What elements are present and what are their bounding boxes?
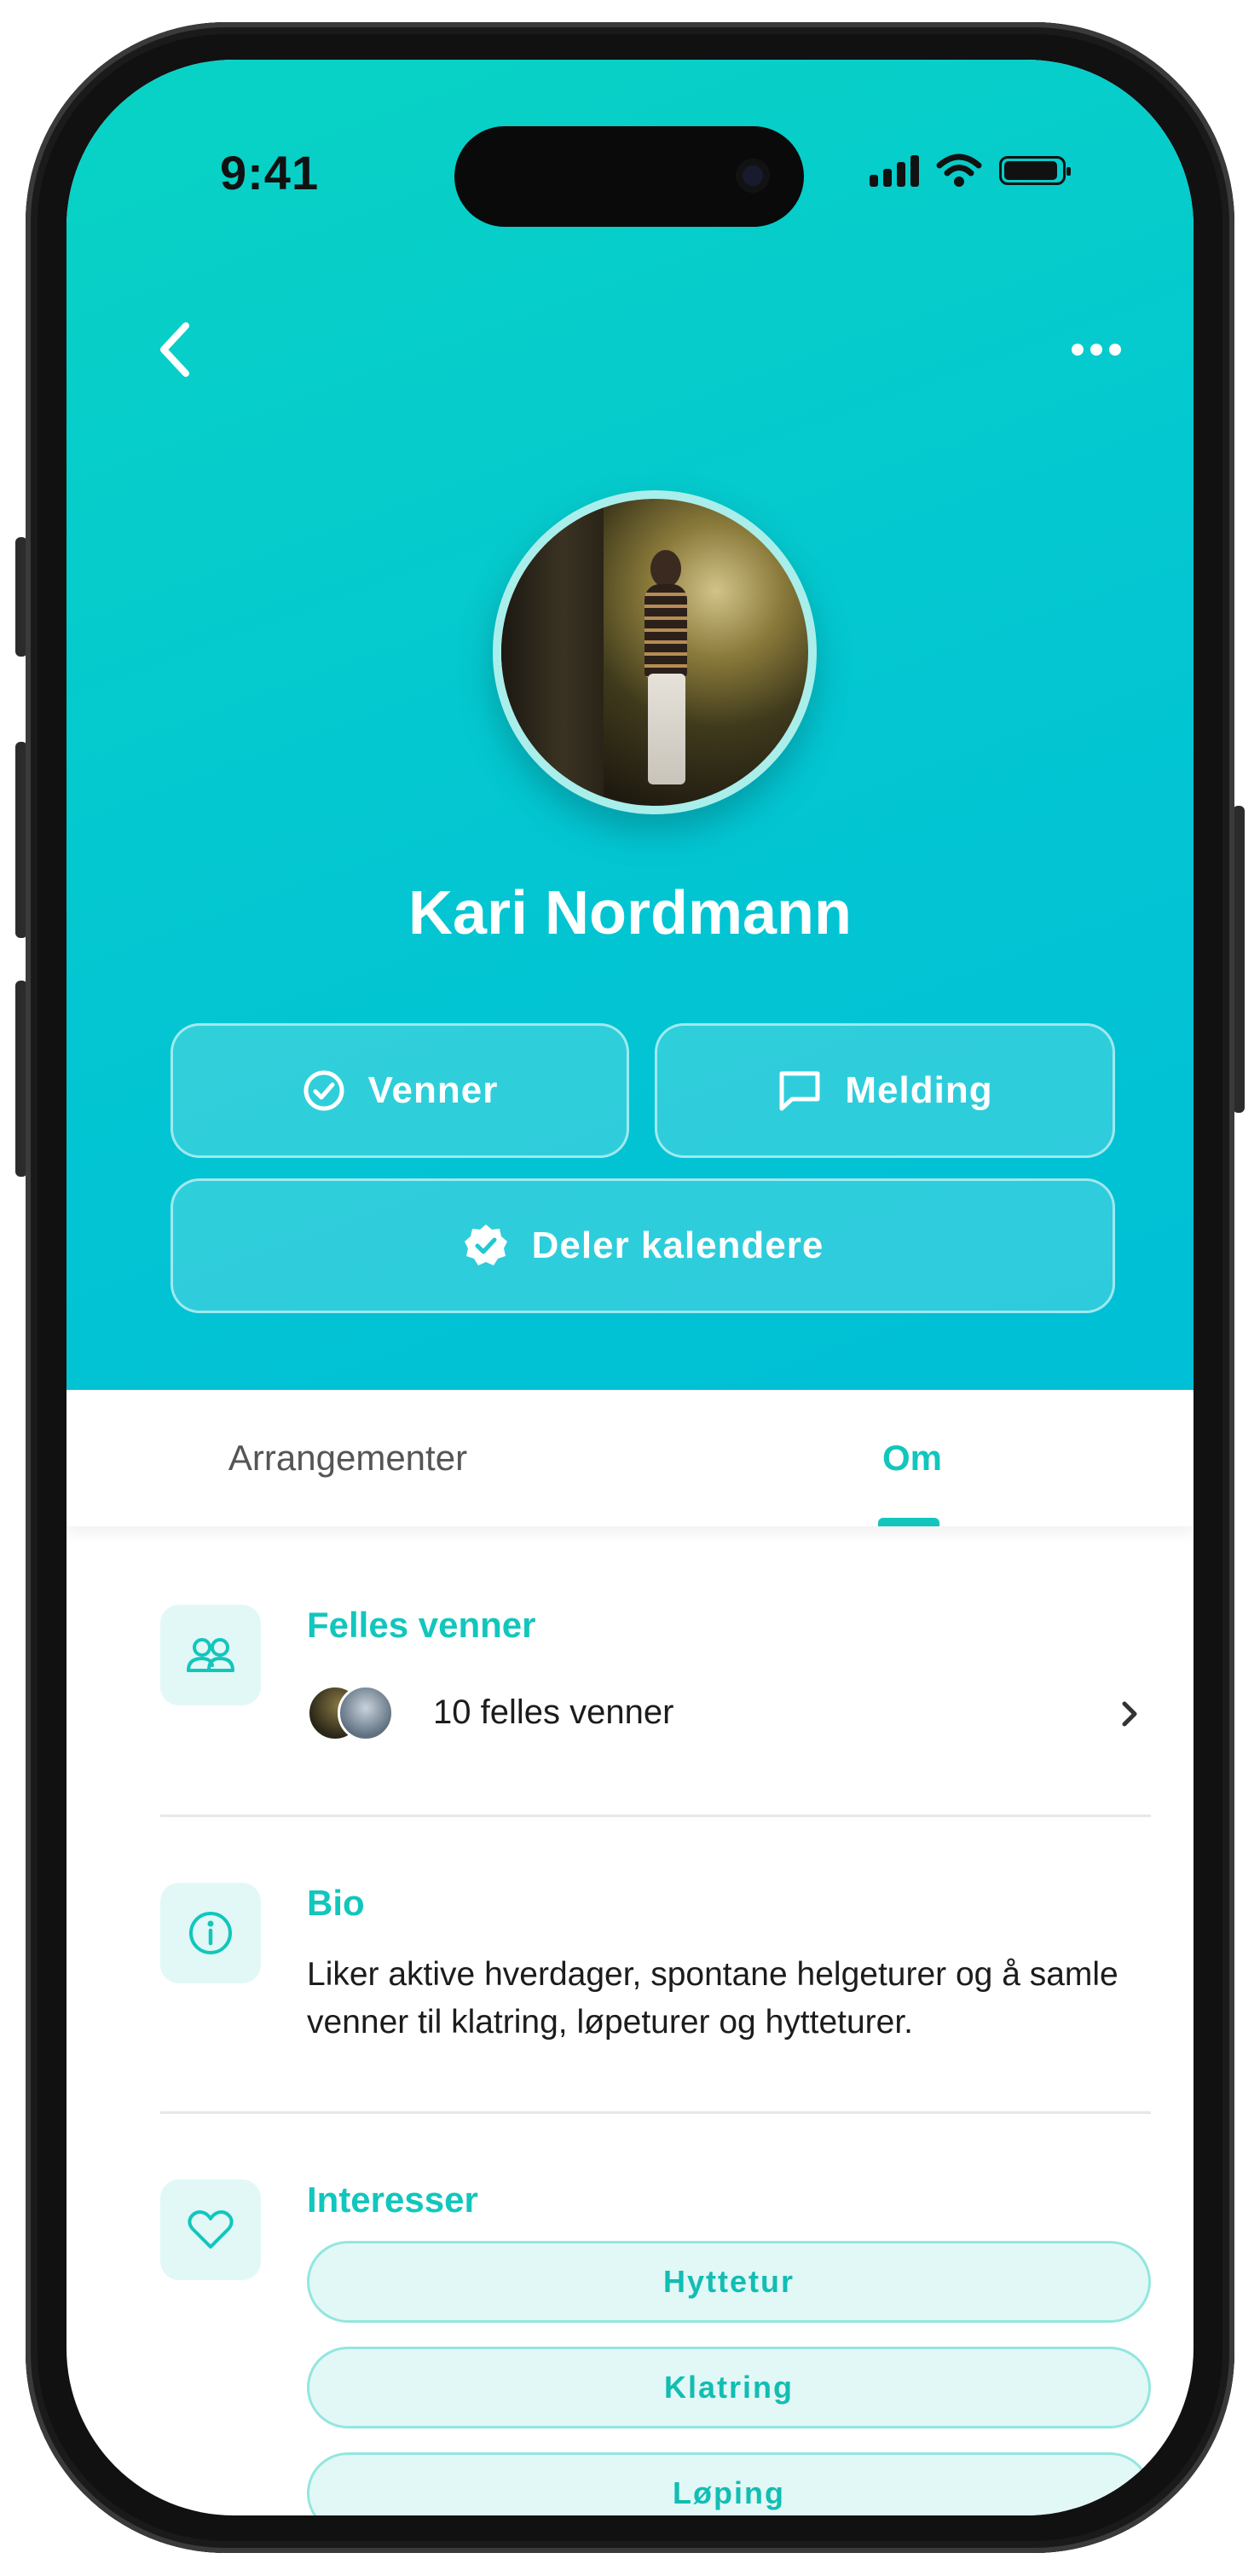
chevron-right-icon xyxy=(1122,1701,1137,1727)
avatar xyxy=(493,490,817,814)
shares-calendars-label: Deler kalendere xyxy=(531,1224,824,1266)
message-button[interactable]: Melding xyxy=(655,1023,1115,1158)
more-horizontal-icon xyxy=(1072,344,1121,356)
message-icon xyxy=(779,1071,820,1111)
back-button[interactable] xyxy=(150,315,201,384)
tab-label: Om xyxy=(881,1438,942,1478)
interest-chip-label: Klatring xyxy=(663,2370,794,2405)
interest-chip[interactable]: Klatring xyxy=(307,2347,1151,2428)
profile-name: Kari Nordmann xyxy=(407,879,853,947)
active-tab-indicator xyxy=(878,1518,939,1526)
heart-icon xyxy=(188,2210,234,2249)
status-time: 9:41 xyxy=(220,146,320,200)
info-icon xyxy=(189,1912,232,1954)
interest-chip[interactable]: Løping xyxy=(307,2452,1151,2515)
friend-avatar xyxy=(338,1685,394,1741)
dynamic-island xyxy=(454,126,804,227)
friends-button-label: Venner xyxy=(367,1069,499,1111)
screen: 9:41 Kari Nordmann Venner Melding Deler … xyxy=(66,60,1194,2515)
users-icon-box xyxy=(160,1605,261,1705)
interests-section: Interesser Hyttetur Klatring Løping xyxy=(160,2179,1151,2515)
tab-om[interactable]: Om xyxy=(631,1390,1194,1526)
section-divider xyxy=(160,1815,1151,1817)
bio-title: Bio xyxy=(307,1883,365,1923)
interests-title: Interesser xyxy=(307,2179,478,2220)
mutual-friends-count: 10 felles venner xyxy=(433,1693,674,1731)
mutual-friends-section: Felles venner 10 felles venner xyxy=(160,1605,1141,1775)
bio-section: Bio Liker aktive hverdager, spontane hel… xyxy=(160,1883,1141,2070)
tab-label: Arrangementer xyxy=(228,1438,468,1478)
status-icons xyxy=(870,153,1071,188)
interest-chip-label: Hyttetur xyxy=(662,2264,795,2299)
chevron-left-icon xyxy=(160,322,189,377)
message-button-label: Melding xyxy=(845,1069,993,1111)
more-options-button[interactable] xyxy=(1062,333,1130,367)
tab-bar: Arrangementer Om xyxy=(66,1390,1194,1526)
power-button xyxy=(1233,806,1245,1113)
wifi-icon xyxy=(936,153,982,187)
camera-icon xyxy=(736,159,770,193)
friends-button[interactable]: Venner xyxy=(171,1023,629,1158)
tab-arrangementer[interactable]: Arrangementer xyxy=(66,1390,629,1526)
signal-icon xyxy=(870,154,919,187)
verified-badge-icon xyxy=(464,1224,507,1265)
check-circle-icon xyxy=(303,1070,344,1111)
battery-icon xyxy=(999,156,1071,185)
phone-frame: 9:41 Kari Nordmann Venner Melding Deler … xyxy=(26,22,1234,2553)
info-icon-box xyxy=(160,1883,261,1983)
section-divider xyxy=(160,2111,1151,2114)
heart-icon-box xyxy=(160,2179,261,2280)
bio-text: Liker aktive hverdager, spontane helgetu… xyxy=(307,1956,1118,2041)
mutual-friends-title: Felles venner xyxy=(307,1605,536,1645)
interest-chip[interactable]: Hyttetur xyxy=(307,2241,1151,2323)
interest-chip-label: Løping xyxy=(673,2475,785,2510)
shares-calendars-button[interactable]: Deler kalendere xyxy=(171,1178,1115,1313)
mutual-friends-row[interactable]: 10 felles venner xyxy=(307,1680,1142,1748)
users-icon xyxy=(187,1638,234,1672)
